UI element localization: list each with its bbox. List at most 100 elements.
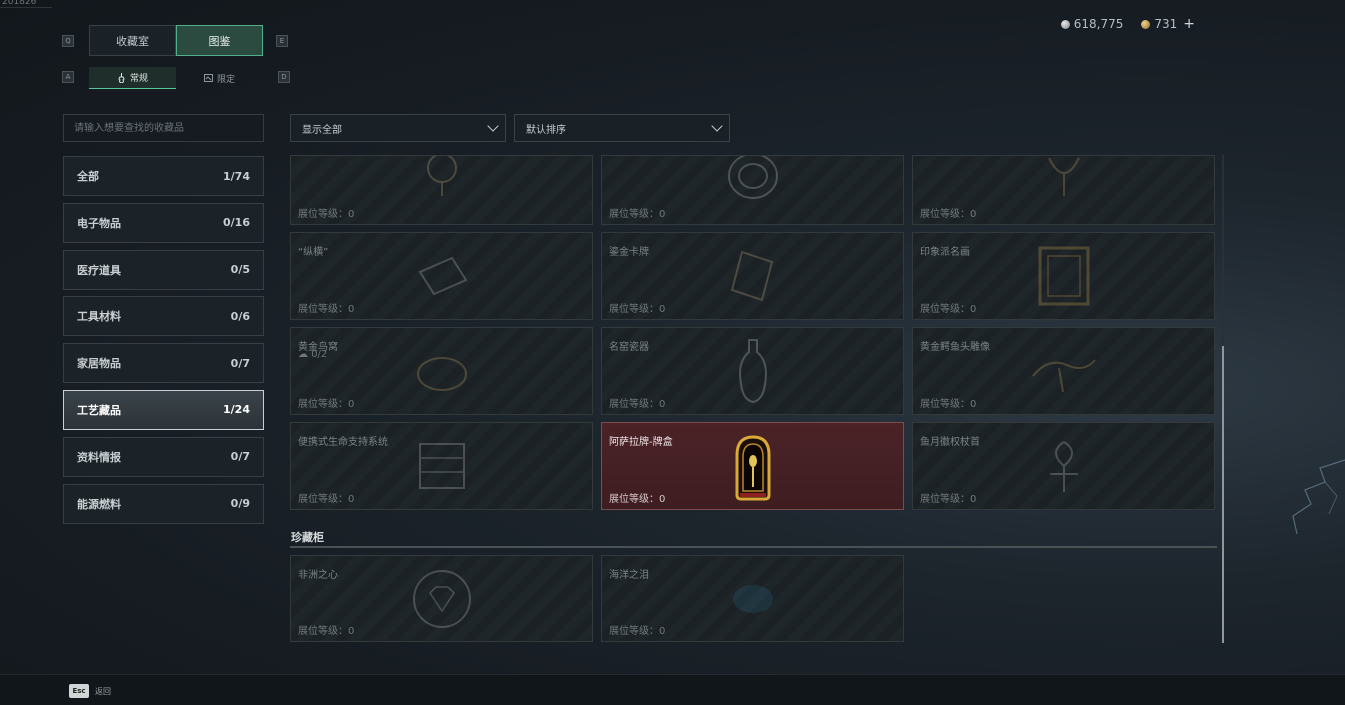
- collection-card[interactable]: 便携式生命支持系统 展位等级：0: [290, 422, 593, 510]
- item-name: 黄金鳄鱼头雕像: [920, 342, 990, 353]
- collection-card[interactable]: 展位等级：0: [912, 155, 1215, 225]
- item-silhouette-icon: [418, 256, 467, 296]
- category-item-crafts[interactable]: 工艺藏品 1/24: [63, 389, 264, 430]
- category-count: 0/9: [230, 497, 250, 511]
- category-list: 全部 1/74 电子物品 0/16 医疗道具 0/5 工具材料 0/6 家居物品 0/7 …: [63, 156, 264, 530]
- collection-card[interactable]: 黄金鳄鱼头雕像 展位等级：0: [912, 327, 1215, 415]
- item-name: 便携式生命支持系统: [298, 437, 388, 448]
- collection-card[interactable]: 非洲之心 展位等级：0: [290, 555, 593, 642]
- category-count: 0/16: [223, 216, 250, 230]
- item-level: 展位等级：0: [298, 626, 355, 637]
- tab-collection-room[interactable]: 收藏室: [89, 25, 176, 56]
- collection-card[interactable]: “纵横” 展位等级：0: [290, 232, 593, 320]
- silver-amount: 618,775: [1073, 17, 1124, 31]
- search-input[interactable]: [63, 114, 264, 142]
- item-silhouette-icon: [418, 443, 465, 489]
- category-item-all[interactable]: 全部 1/74: [63, 156, 264, 196]
- item-silhouette-icon: [1031, 359, 1096, 393]
- item-level: 展位等级：0: [298, 304, 355, 315]
- item-name: “纵横”: [298, 247, 329, 258]
- item-level: 展位等级：0: [920, 209, 977, 220]
- collection-grid: 展位等级：0 展位等级：0 展位等级：0 “纵横” 展位等级：0 鎏金卡牌 展位…: [290, 155, 1217, 517]
- item-level: 展位等级：0: [609, 399, 666, 410]
- category-item-household[interactable]: 家居物品 0/7: [63, 343, 264, 384]
- item-level: 展位等级：0: [609, 494, 666, 505]
- item-level: 展位等级：0: [609, 209, 666, 220]
- item-progress-value: 0/2: [311, 349, 328, 360]
- background-lightning-decoration: [1292, 459, 1345, 535]
- nest-icon: ☁: [298, 349, 312, 360]
- item-name: 印象派名画: [920, 247, 970, 258]
- key-hint-e: E: [276, 35, 288, 47]
- item-silhouette-icon: [1049, 441, 1078, 492]
- category-item-tools[interactable]: 工具材料 0/6: [63, 296, 264, 337]
- card-box-icon: [735, 435, 771, 501]
- esc-key-icon[interactable]: Esc: [69, 684, 89, 698]
- collection-card[interactable]: 黄金鸟窝 ☁ 0/2 展位等级：0: [290, 327, 593, 415]
- scrollbar-thumb[interactable]: [1222, 346, 1224, 643]
- filter-dropdown[interactable]: 显示全部: [290, 114, 506, 142]
- item-name: 鎏金卡牌: [609, 247, 649, 258]
- chevron-down-icon: [711, 119, 723, 132]
- collection-card[interactable]: 鱼月徽权杖首 展位等级：0: [912, 422, 1215, 510]
- subtab-regular-label: 常规: [129, 74, 148, 84]
- chevron-down-icon: [487, 119, 499, 132]
- collection-card[interactable]: 印象派名画 展位等级：0: [912, 232, 1215, 320]
- category-label: 资料情报: [77, 450, 121, 464]
- item-name: 名窑瓷器: [609, 342, 649, 353]
- category-count: 0/6: [230, 309, 250, 323]
- key-hint-d: D: [278, 71, 290, 83]
- item-name: 海洋之泪: [609, 570, 649, 581]
- section-title: 珍藏柜: [291, 531, 324, 544]
- key-hint-a: A: [62, 71, 74, 83]
- collection-card-unlocked[interactable]: 阿萨拉牌-牌盒 展位等级：0: [601, 422, 904, 510]
- key-hint-q: Q: [62, 35, 74, 47]
- frame-icon: [203, 74, 213, 82]
- category-item-intel[interactable]: 资料情报 0/7: [63, 436, 264, 477]
- item-level: 展位等级：0: [298, 209, 355, 220]
- item-name: 阿萨拉牌-牌盒: [609, 437, 673, 448]
- collection-card[interactable]: 海洋之泪 展位等级：0: [601, 555, 904, 642]
- collection-card[interactable]: 展位等级：0: [290, 155, 593, 225]
- collection-card[interactable]: 鎏金卡牌 展位等级：0: [601, 232, 904, 320]
- collection-card[interactable]: 展位等级：0: [601, 155, 904, 225]
- item-level: 展位等级：0: [920, 494, 977, 505]
- category-label: 电子物品: [77, 216, 121, 230]
- subtab-limited[interactable]: 限定: [176, 67, 263, 89]
- category-count: 0/5: [230, 263, 250, 277]
- item-progress: ☁ 0/2: [298, 349, 327, 360]
- item-level: 展位等级：0: [920, 304, 977, 315]
- player-id: 201826: [2, 0, 37, 7]
- category-item-medical[interactable]: 医疗道具 0/5: [63, 249, 264, 290]
- subtab-regular[interactable]: 常规: [89, 67, 176, 89]
- tab-catalog[interactable]: 图鉴: [176, 25, 263, 56]
- item-silhouette-icon: [730, 250, 773, 302]
- item-silhouette-icon: [727, 156, 778, 200]
- main-tabs: 收藏室 图鉴: [89, 25, 263, 56]
- back-label[interactable]: 返回: [95, 686, 111, 697]
- cabinet-grid: 非洲之心 展位等级：0 海洋之泪 展位等级：0: [290, 555, 1217, 649]
- filter-dropdown-label: 显示全部: [302, 124, 342, 136]
- violin-icon: [118, 72, 125, 83]
- gold-coin-icon: [1141, 20, 1151, 29]
- section-divider: [290, 546, 1217, 548]
- picture-frame-icon: [1038, 246, 1089, 306]
- category-item-electronics[interactable]: 电子物品 0/16: [63, 202, 264, 243]
- add-currency-button[interactable]: +: [1183, 16, 1195, 32]
- sub-tabs: 常规 限定: [89, 67, 263, 89]
- item-level: 展位等级：0: [609, 626, 666, 637]
- tear-gem-icon: [732, 584, 773, 613]
- category-label: 工艺藏品: [77, 403, 121, 417]
- gold-amount: 731: [1154, 17, 1178, 31]
- category-count: 1/74: [223, 169, 250, 183]
- vase-icon: [738, 339, 767, 404]
- category-count: 0/7: [230, 450, 250, 464]
- gold-currency[interactable]: 731 +: [1141, 16, 1195, 32]
- collection-card[interactable]: 名窑瓷器 展位等级：0: [601, 327, 904, 415]
- category-label: 全部: [77, 170, 99, 183]
- category-count: 1/24: [223, 403, 250, 417]
- item-name: 非洲之心: [298, 570, 338, 581]
- sort-dropdown[interactable]: 默认排序: [514, 114, 730, 142]
- category-item-fuel[interactable]: 能源燃料 0/9: [63, 483, 264, 524]
- category-label: 医疗道具: [77, 263, 121, 277]
